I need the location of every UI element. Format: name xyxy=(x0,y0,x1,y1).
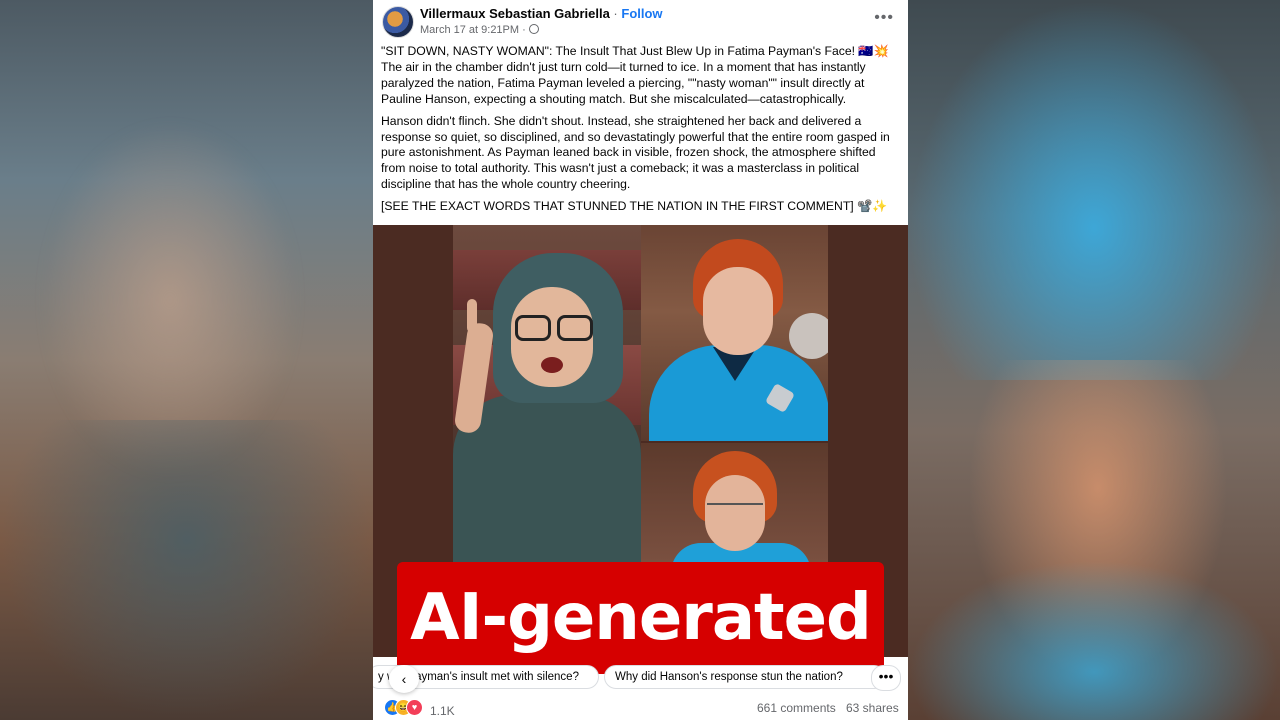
author-line: Villermaux Sebastian Gabriella · Follow xyxy=(420,6,663,21)
chevron-left-icon[interactable]: ‹ xyxy=(389,665,419,693)
suggestions-more-button[interactable]: ••• xyxy=(871,665,901,691)
ai-generated-label: AI-generated xyxy=(410,581,872,655)
photo-payman xyxy=(453,225,641,562)
post-paragraph: [SEE THE EXACT WORDS THAT STUNNED THE NA… xyxy=(381,199,888,214)
author-name[interactable]: Villermaux Sebastian Gabriella xyxy=(420,6,610,21)
post-header: Villermaux Sebastian Gabriella · Follow … xyxy=(373,0,908,40)
photo-hanson-top xyxy=(641,225,828,441)
follow-button[interactable]: Follow xyxy=(621,6,662,21)
post-text: "SIT DOWN, NASTY WOMAN": The Insult That… xyxy=(381,44,901,221)
shares-count[interactable]: 63 shares xyxy=(846,701,899,715)
reaction-count[interactable]: 1.1K xyxy=(430,704,455,718)
ai-generated-banner: AI-generated xyxy=(397,562,884,674)
post-footer: 👍 😆 ♥ 1.1K 661 comments 63 shares xyxy=(373,696,908,720)
background-left-blur xyxy=(0,0,373,720)
love-reaction-icon: ♥ xyxy=(406,699,423,716)
avatar[interactable] xyxy=(382,6,414,38)
comments-count[interactable]: 661 comments xyxy=(757,701,836,715)
post-image[interactable]: AI-generated xyxy=(373,225,908,674)
suggestion-chip[interactable]: Why did Hanson's response stun the natio… xyxy=(604,665,886,689)
separator: · xyxy=(613,6,618,21)
background-right-blur xyxy=(908,0,1280,720)
post-paragraph: "SIT DOWN, NASTY WOMAN": The Insult That… xyxy=(381,44,889,106)
suggested-questions: y w... Payman's insult met with silence?… xyxy=(373,665,908,693)
more-options-button[interactable]: ••• xyxy=(874,10,894,26)
post-card: Villermaux Sebastian Gabriella · Follow … xyxy=(373,0,908,720)
post-meta: March 17 at 9:21PM · xyxy=(420,24,539,36)
post-paragraph: Hanson didn't flinch. She didn't shout. … xyxy=(381,113,890,192)
timestamp[interactable]: March 17 at 9:21PM · xyxy=(420,24,526,36)
audience-icon xyxy=(528,24,539,35)
photo-hanson-bottom xyxy=(641,443,828,562)
